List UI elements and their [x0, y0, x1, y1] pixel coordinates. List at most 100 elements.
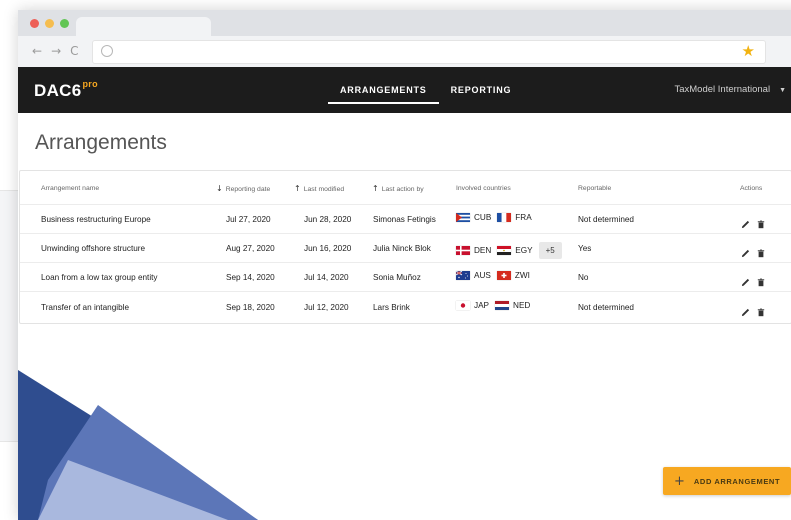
- egypt-flag-icon: [497, 246, 512, 255]
- involved-countries: JAP NED: [456, 301, 536, 311]
- country-tag: FRA: [497, 213, 532, 223]
- nav-buttons: ← → C: [32, 44, 79, 58]
- cuba-flag-icon: [456, 213, 470, 223]
- delete-trash-icon[interactable]: [757, 304, 767, 317]
- arrangement-name[interactable]: Loan from a low tax group entity: [41, 273, 158, 282]
- involved-countries: CUB FRA: [456, 213, 538, 223]
- reload-icon[interactable]: C: [70, 44, 78, 58]
- sort-up-icon: ↑: [372, 184, 379, 193]
- caret-down-icon: ▼: [779, 87, 786, 94]
- header-arrangement-name[interactable]: Arrangement name: [41, 185, 99, 192]
- maximize-window-dot[interactable]: [60, 19, 69, 28]
- country-code: NED: [513, 301, 531, 311]
- sort-down-icon: ↓: [216, 184, 223, 193]
- delete-trash-icon[interactable]: [757, 216, 767, 229]
- edit-pencil-icon[interactable]: [741, 304, 751, 317]
- delete-trash-icon[interactable]: [757, 274, 767, 287]
- organization-selector[interactable]: TaxModel International ▼: [674, 67, 786, 114]
- denmark-flag-icon: [456, 246, 470, 255]
- country-tag: JAP: [456, 301, 490, 311]
- forward-arrow-icon[interactable]: →: [51, 44, 61, 58]
- country-tag: EGY: [497, 246, 533, 255]
- table-row[interactable]: Business restructuring Europe Jul 27, 202…: [20, 205, 791, 234]
- netherlands-flag-icon: [495, 301, 510, 311]
- last-modified: Jul 14, 2020: [304, 273, 349, 282]
- table-row[interactable]: Loan from a low tax group entity Sep 14, …: [20, 263, 791, 292]
- more-countries-chip[interactable]: +5: [538, 242, 562, 259]
- country-tag: ZWI: [496, 271, 530, 281]
- add-arrangement-button[interactable]: + ADD ARRANGEMENT: [663, 467, 791, 495]
- edit-pencil-icon[interactable]: [741, 245, 751, 258]
- address-bar[interactable]: ★: [92, 40, 766, 64]
- reporting-date: Sep 18, 2020: [226, 303, 275, 312]
- window-controls: [30, 19, 69, 28]
- country-code: EGY: [515, 246, 533, 255]
- header-reporting-date[interactable]: ↓ Reporting date: [216, 184, 270, 193]
- reportable-status: Not determined: [578, 303, 634, 312]
- last-action-by: Lars Brink: [373, 303, 410, 312]
- arrangement-name[interactable]: Business restructuring Europe: [41, 215, 151, 224]
- country-tag: AUS: [455, 270, 491, 281]
- arrangement-name[interactable]: Unwinding offshore structure: [41, 244, 145, 253]
- sort-up-icon: ↑: [294, 184, 301, 193]
- app-header: DAC6pro ARRANGEMENTS REPORTING TaxModel …: [18, 67, 791, 113]
- decorative-shapes: [18, 370, 258, 520]
- last-action-by: Simonas Fetingis: [373, 215, 436, 224]
- delete-trash-icon[interactable]: [757, 245, 767, 258]
- header-reportable: Reportable: [578, 185, 612, 192]
- app-logo[interactable]: DAC6pro: [34, 79, 98, 101]
- country-code: CUB: [474, 213, 492, 223]
- nav-tab-arrangements[interactable]: ARRANGEMENTS: [328, 67, 439, 113]
- country-code: FRA: [515, 213, 532, 223]
- involved-countries: AUS ZWI: [455, 270, 536, 281]
- add-arrangement-label: ADD ARRANGEMENT: [693, 476, 781, 486]
- france-flag-icon: [497, 213, 512, 223]
- edit-pencil-icon[interactable]: [741, 216, 751, 229]
- browser-toolbar: ← → C ★: [18, 36, 791, 68]
- last-modified: Jun 16, 2020: [304, 244, 352, 253]
- organization-name: TaxModel International: [674, 84, 771, 95]
- country-tag: DEN: [456, 246, 491, 255]
- country-tag: NED: [495, 301, 531, 311]
- browser-titlebar: ⤢: [18, 10, 791, 39]
- nav-tab-reporting[interactable]: REPORTING: [439, 67, 524, 113]
- plus-icon: +: [674, 473, 685, 489]
- reporting-date: Sep 14, 2020: [226, 273, 275, 282]
- close-window-dot[interactable]: [30, 19, 39, 28]
- arrangements-table: Arrangement name ↓ Reporting date ↑ Last m…: [19, 170, 791, 324]
- header-last-action-by[interactable]: ↑ Last action by: [372, 184, 424, 193]
- country-code: ZWI: [514, 271, 530, 281]
- reportable-status: Yes: [578, 244, 592, 253]
- reporting-date: Aug 27, 2020: [226, 244, 275, 253]
- background-panel: [0, 190, 20, 442]
- involved-countries: DEN EGY +5: [456, 242, 562, 259]
- main-nav: ARRANGEMENTS REPORTING: [328, 67, 523, 113]
- country-tag: CUB: [456, 213, 492, 223]
- reporting-date: Jul 27, 2020: [226, 215, 271, 224]
- header-involved-countries: Involved countries: [456, 185, 511, 192]
- browser-window: ⤢ ← → C ★ DAC6pro ARRANGEMENTS REPORTING…: [18, 10, 791, 520]
- bookmark-star-icon[interactable]: ★: [742, 42, 755, 60]
- reportable-status: No: [578, 273, 589, 282]
- header-actions: Actions: [740, 185, 763, 192]
- minimize-window-dot[interactable]: [45, 19, 54, 28]
- last-modified: Jun 28, 2020: [304, 215, 352, 224]
- globe-icon: [101, 45, 113, 57]
- page-title: Arrangements: [35, 131, 167, 154]
- table-row[interactable]: Unwinding offshore structure Aug 27, 2020…: [20, 234, 791, 263]
- last-action-by: Julia Ninck Blok: [373, 244, 431, 253]
- country-code: JAP: [474, 301, 490, 311]
- arrangement-name[interactable]: Transfer of an intangible: [41, 303, 129, 312]
- australia-flag-icon: [455, 270, 470, 281]
- switzerland-flag-icon: [496, 271, 511, 281]
- table-row[interactable]: Transfer of an intangible Sep 18, 2020 Jul…: [20, 292, 791, 323]
- edit-pencil-icon[interactable]: [741, 274, 751, 287]
- last-action-by: Sonia Muñoz: [373, 273, 421, 282]
- country-code: DEN: [474, 246, 492, 255]
- back-arrow-icon[interactable]: ←: [32, 44, 42, 58]
- country-code: AUS: [474, 271, 491, 281]
- last-modified: Jul 12, 2020: [304, 303, 349, 312]
- reportable-status: Not determined: [578, 215, 634, 224]
- table-header-row: Arrangement name ↓ Reporting date ↑ Last m…: [20, 171, 791, 205]
- header-last-modified[interactable]: ↑ Last modified: [294, 184, 344, 193]
